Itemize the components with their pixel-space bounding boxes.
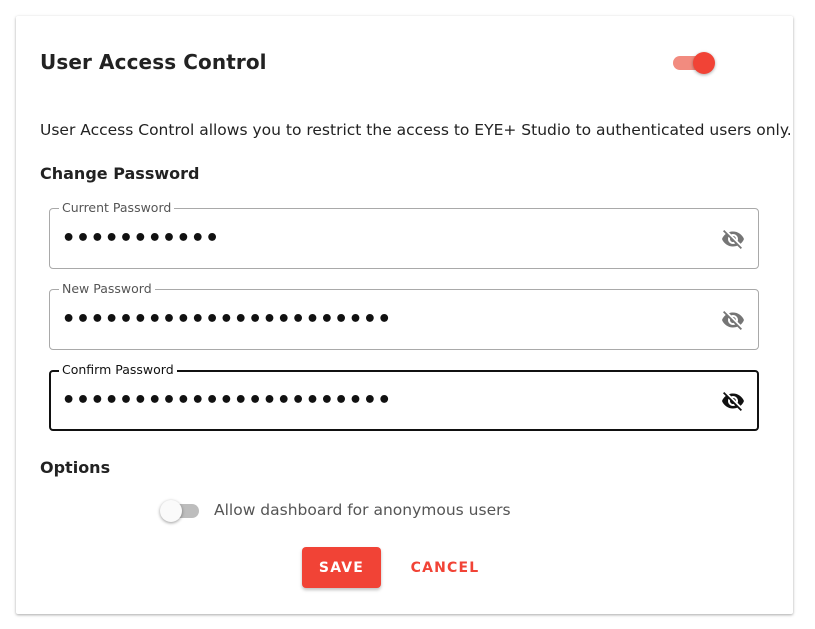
new-password-field[interactable]: New Password ••••••••••••••••••••••• <box>49 281 759 350</box>
new-password-label: New Password <box>59 281 155 297</box>
change-password-heading: Change Password <box>40 164 200 183</box>
toggle-thumb <box>160 500 182 522</box>
confirm-password-field[interactable]: Confirm Password ••••••••••••••••••••••• <box>49 362 759 431</box>
user-access-control-toggle[interactable] <box>673 52 715 74</box>
options-heading: Options <box>40 458 111 477</box>
anonymous-dashboard-label[interactable]: Allow dashboard for anonymous users <box>214 501 511 519</box>
confirm-password-label: Confirm Password <box>59 362 177 378</box>
current-password-input[interactable]: ••••••••••• <box>62 225 662 253</box>
new-password-input[interactable]: ••••••••••••••••••••••• <box>62 306 662 334</box>
confirm-password-input[interactable]: ••••••••••••••••••••••• <box>62 387 662 415</box>
cancel-button[interactable]: CANCEL <box>401 547 489 588</box>
toggle-thumb <box>693 52 715 74</box>
description-text: User Access Control allows you to restri… <box>40 121 792 139</box>
current-password-field[interactable]: Current Password ••••••••••• <box>49 200 759 269</box>
eye-off-icon[interactable] <box>720 308 746 332</box>
card-title: User Access Control <box>40 50 267 74</box>
eye-off-icon[interactable] <box>720 389 746 413</box>
save-button[interactable]: SAVE <box>302 547 381 588</box>
anonymous-dashboard-toggle[interactable] <box>159 499 203 523</box>
eye-off-icon[interactable] <box>720 227 746 251</box>
user-access-control-card: User Access Control User Access Control … <box>16 16 793 614</box>
current-password-label: Current Password <box>59 200 175 216</box>
